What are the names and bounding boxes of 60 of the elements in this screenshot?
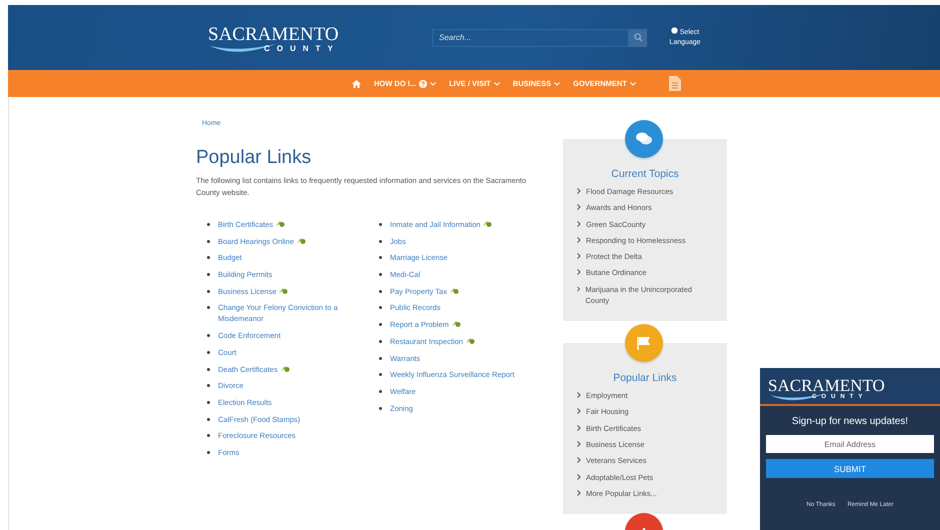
caret-icon — [554, 82, 560, 86]
bullet-icon — [379, 356, 382, 360]
flag-icon — [637, 336, 651, 350]
bullet-icon — [207, 306, 210, 310]
document-icon[interactable] — [668, 76, 681, 91]
bullet-icon — [207, 450, 210, 454]
bullet-icon — [379, 323, 382, 326]
bullet-icon — [207, 418, 210, 421]
chevron-icon — [577, 392, 581, 398]
bullet-icon — [207, 350, 210, 354]
home-icon[interactable] — [352, 80, 361, 88]
chat-icon — [636, 132, 652, 146]
chevron-icon — [577, 286, 580, 292]
bullet-icon — [379, 373, 382, 376]
caret-icon — [430, 82, 436, 86]
bullet-icon — [207, 368, 210, 370]
bullet-icon — [379, 306, 382, 310]
bullet-icon — [207, 400, 210, 404]
chevron-icon — [577, 253, 581, 260]
chevron-icon — [577, 457, 581, 464]
card-title: Current Topics — [610, 168, 680, 180]
bullet-icon — [207, 290, 210, 293]
chevron-icon — [577, 408, 581, 414]
bullet-icon — [379, 273, 382, 276]
bullet-icon — [379, 240, 382, 243]
chevron-icon — [577, 204, 581, 210]
card-title: Popular Links — [612, 372, 678, 384]
bullet-icon — [207, 334, 210, 338]
chevron-icon — [577, 236, 581, 243]
bullet-icon — [207, 240, 210, 243]
bullet-icon — [207, 434, 210, 438]
bullet-icon — [207, 273, 210, 276]
bullet-icon — [379, 406, 382, 410]
bullet-icon — [379, 290, 382, 293]
search-field[interactable]: Search... — [432, 28, 629, 46]
bullet-icon — [379, 340, 382, 343]
search-button[interactable] — [629, 28, 647, 46]
globe-icon — [670, 27, 678, 34]
chevron-icon — [577, 220, 581, 227]
chevron-icon — [577, 188, 581, 194]
search-icon — [634, 33, 642, 42]
bullet-icon — [207, 384, 210, 388]
chevron-icon — [577, 424, 581, 431]
page-title: Popular Links — [196, 147, 312, 169]
caret-icon — [494, 82, 500, 86]
signup-heading: Sign-up for news updates! — [792, 416, 908, 427]
bullet-icon — [379, 256, 382, 260]
bullet-icon — [207, 223, 210, 226]
bullet-icon — [379, 223, 382, 226]
submit-button[interactable]: SUBMIT — [766, 459, 934, 478]
email-field[interactable]: Email Address — [766, 435, 934, 453]
chevron-icon — [577, 490, 581, 496]
chevron-icon — [577, 440, 581, 447]
logo-name: SACRAMENTO — [208, 22, 339, 45]
chevron-icon — [577, 269, 581, 276]
bullet-icon — [379, 390, 382, 393]
logo-subtitle: COUNTY — [264, 44, 341, 52]
chevron-icon — [577, 474, 581, 480]
bullet-icon — [207, 256, 210, 260]
caret-icon — [630, 82, 636, 86]
